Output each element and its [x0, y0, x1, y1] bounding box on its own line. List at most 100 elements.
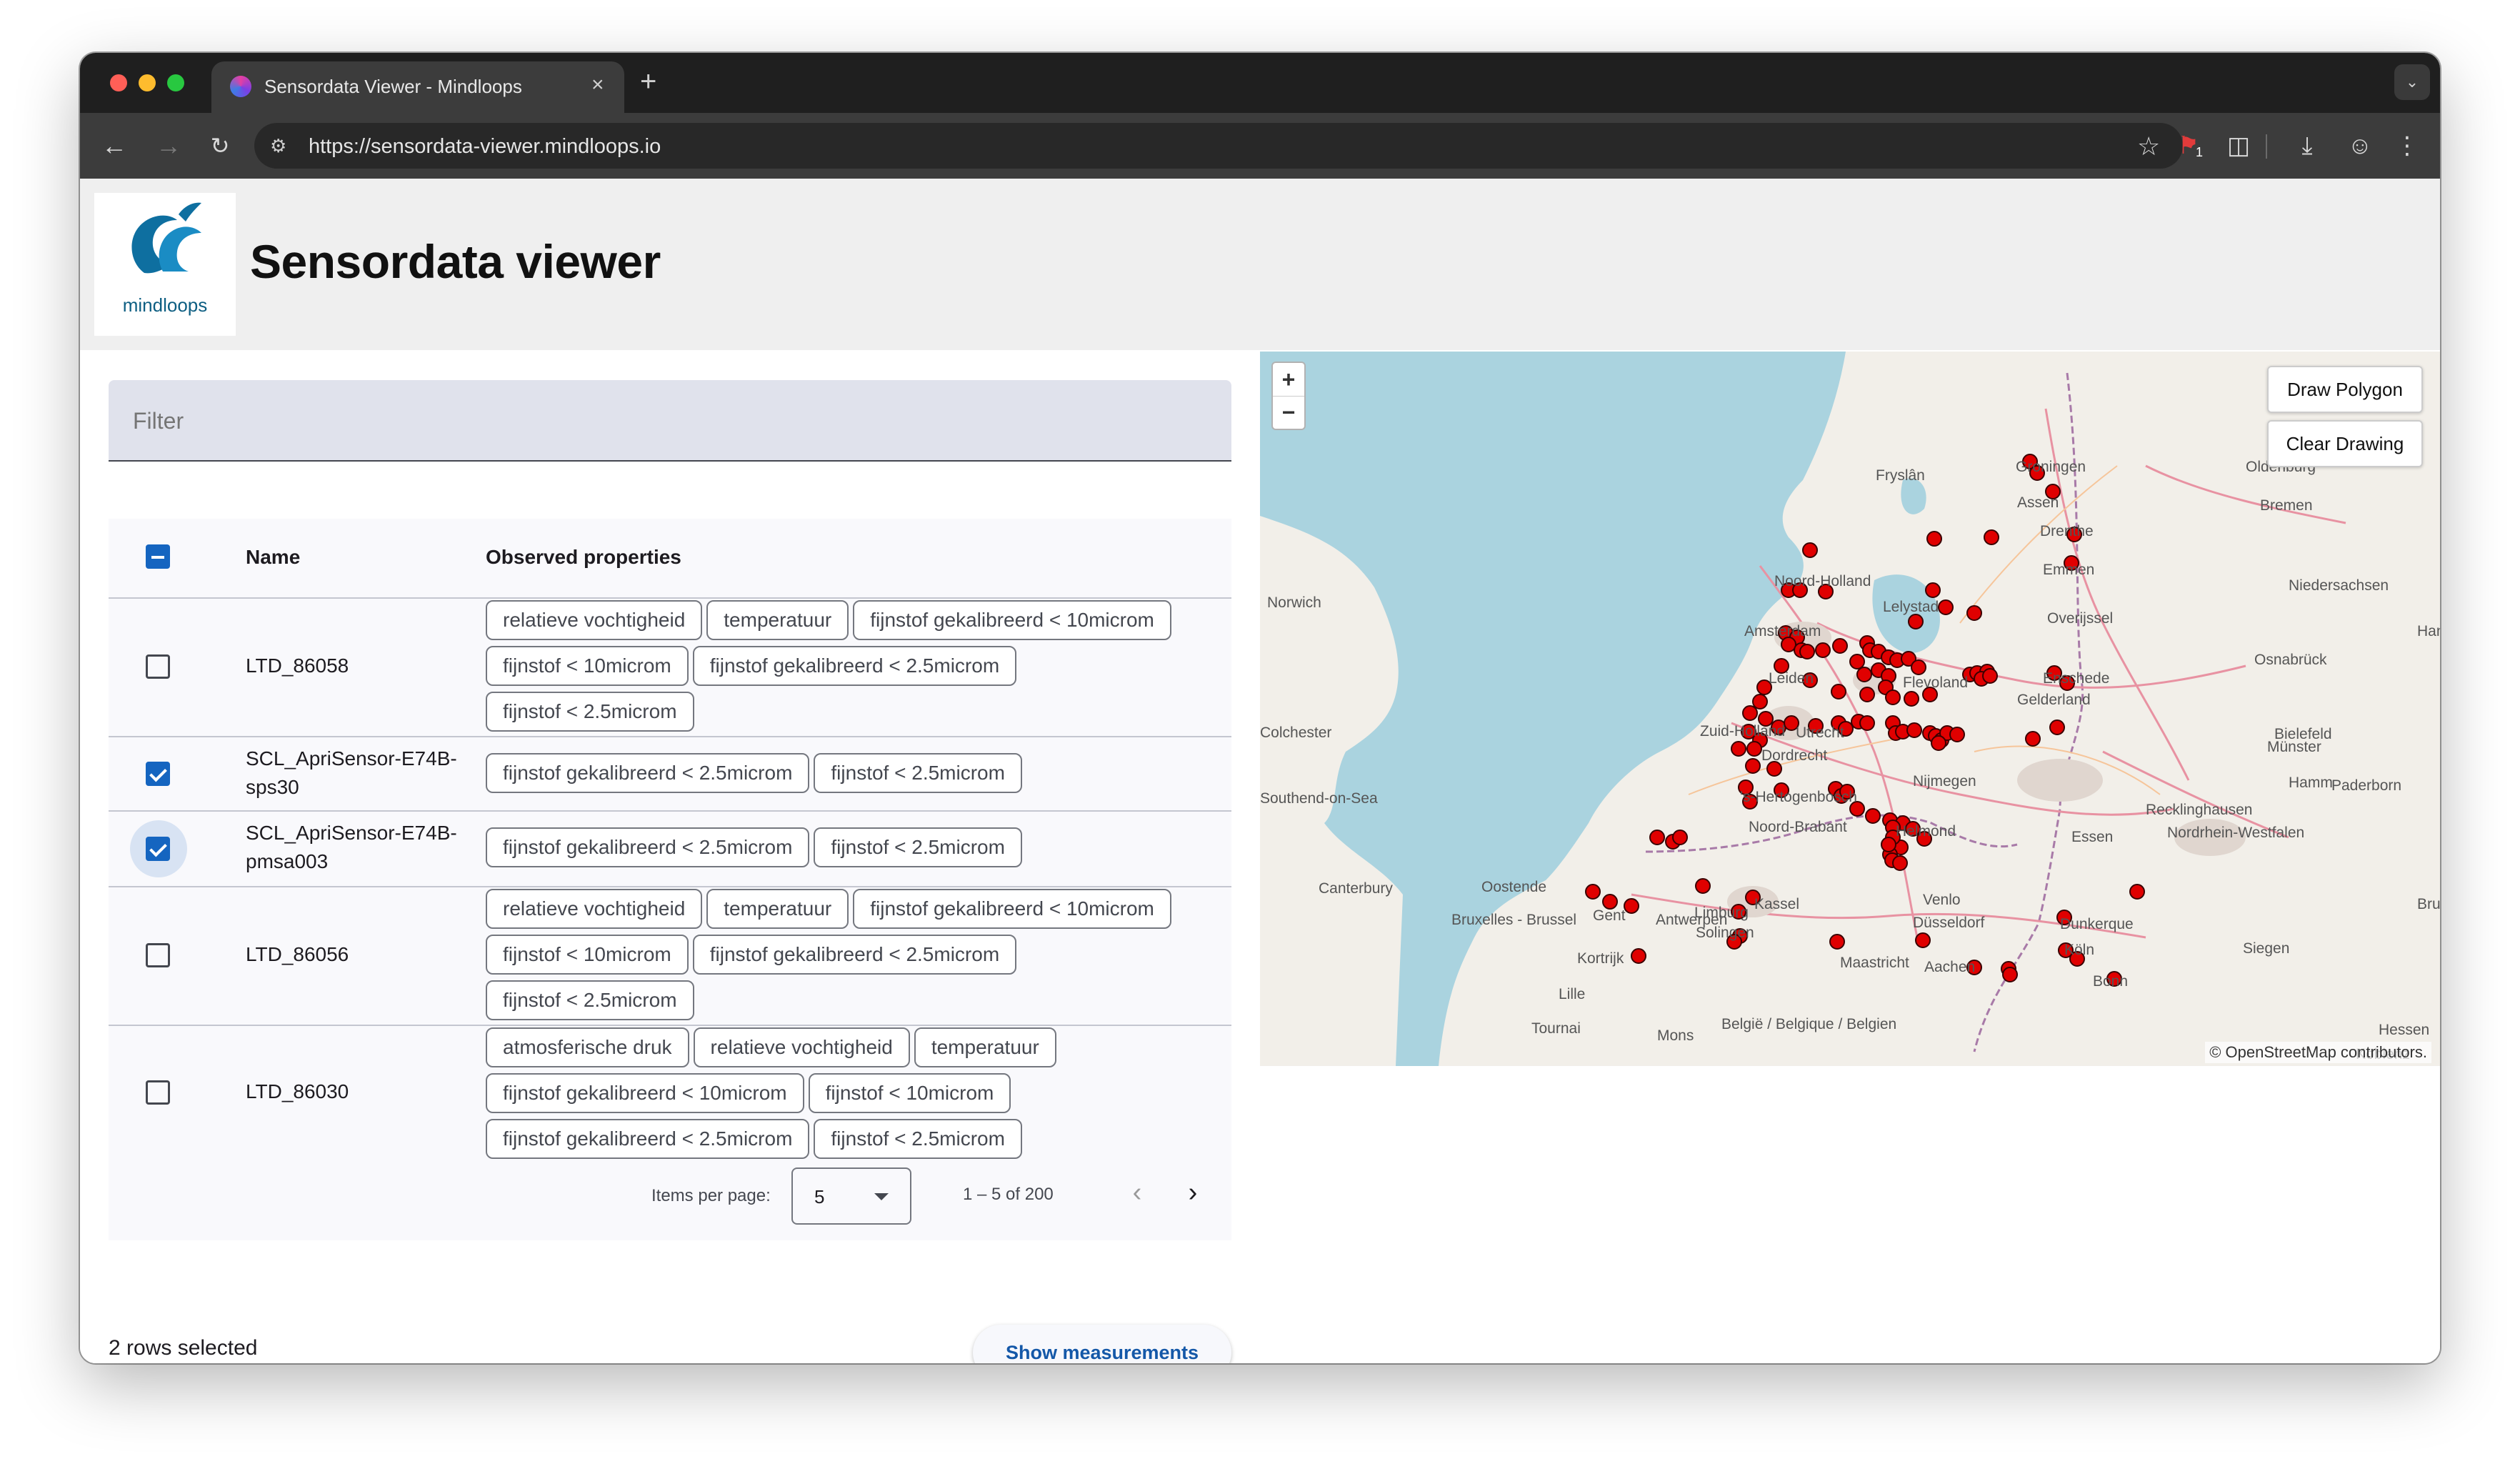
browser-menu-icon[interactable]: ⋮	[2391, 130, 2423, 161]
sensor-marker-icon[interactable]	[1982, 668, 1998, 684]
sensor-marker-icon[interactable]	[1746, 741, 1762, 757]
profile-icon[interactable]: ☺	[2344, 130, 2376, 161]
minimize-window-button[interactable]	[139, 74, 156, 91]
sensor-marker-icon[interactable]	[2129, 884, 2145, 900]
sensor-marker-icon[interactable]	[1885, 689, 1901, 705]
close-tab-icon[interactable]: ×	[591, 73, 604, 97]
sensor-marker-icon[interactable]	[1906, 722, 1922, 738]
sensor-marker-icon[interactable]	[1742, 705, 1758, 721]
sensor-marker-icon[interactable]	[1881, 837, 1896, 852]
sensor-marker-icon[interactable]	[2002, 967, 2018, 982]
download-icon[interactable]: ⤓	[2291, 130, 2323, 161]
map-place-label: Norwich	[1267, 594, 1321, 611]
bookmark-star-icon[interactable]: ☆	[2137, 131, 2160, 161]
zoom-in-button[interactable]: +	[1273, 363, 1304, 397]
sensor-marker-icon[interactable]	[1865, 808, 1881, 824]
zoom-out-button[interactable]: −	[1273, 396, 1304, 429]
table-row[interactable]: LTD_86056 relatieve vochtigheid temperat…	[109, 887, 1231, 1026]
next-page-icon[interactable]: ›	[1179, 1177, 1207, 1208]
sensor-marker-icon[interactable]	[1859, 715, 1875, 731]
address-bar[interactable]: ⚙ https://sensordata-viewer.mindloops.io…	[254, 123, 2183, 169]
map-place-label: Essen	[2071, 829, 2113, 845]
sensor-marker-icon[interactable]	[1966, 605, 1982, 621]
clear-drawing-button[interactable]: Clear Drawing	[2267, 420, 2423, 467]
back-arrow-icon[interactable]: ←	[97, 129, 131, 163]
property-chip: fijnstof < 2.5microm	[814, 1119, 1022, 1159]
tab-title: Sensordata Viewer - Mindloops	[264, 76, 522, 97]
extensions-puzzle-icon[interactable]: ◫	[2223, 130, 2254, 161]
sensor-marker-icon[interactable]	[1849, 654, 1865, 669]
reload-icon[interactable]: ↻	[203, 129, 237, 163]
sensor-marker-icon[interactable]	[1781, 637, 1796, 652]
sensor-marker-icon[interactable]	[1908, 614, 1924, 629]
sensor-marker-icon[interactable]	[1904, 691, 1919, 707]
sensor-marker-icon[interactable]	[1931, 735, 1946, 751]
sensor-map[interactable]: FryslânGroningenOldenburgBremenAssenDren…	[1260, 352, 2440, 1066]
map-place-label: België / Belgique / Belgien	[1721, 1016, 1896, 1032]
sensor-marker-icon[interactable]	[1624, 898, 1639, 914]
show-measurements-button[interactable]: Show measurements	[973, 1325, 1231, 1363]
table-row[interactable]: LTD_86058 relatieve vochtigheid temperat…	[109, 599, 1231, 737]
forward-arrow-icon[interactable]: →	[151, 129, 186, 163]
map-place-label: Dordrecht	[1761, 747, 1827, 764]
sensor-marker-icon[interactable]	[1695, 878, 1711, 894]
sensor-marker-icon[interactable]	[1832, 638, 1848, 654]
sensor-marker-icon[interactable]	[1925, 582, 1941, 598]
sensor-marker-icon[interactable]	[1631, 948, 1646, 964]
table-row[interactable]: SCL_ApriSensor-E74B-pmsa003 fijnstof gek…	[109, 812, 1231, 887]
sensor-marker-icon[interactable]	[1831, 684, 1846, 699]
draw-polygon-button[interactable]: Draw Polygon	[2267, 366, 2423, 413]
filter-field[interactable]	[109, 380, 1231, 462]
maximize-window-button[interactable]	[167, 74, 184, 91]
sensor-marker-icon[interactable]	[1752, 694, 1768, 709]
row-checkbox[interactable]	[146, 762, 170, 786]
sensor-marker-icon[interactable]	[1938, 599, 1954, 615]
extension-shield-icon[interactable]: ⚑ 1	[2173, 130, 2207, 161]
sensor-marker-icon[interactable]	[1585, 884, 1601, 900]
filter-input[interactable]	[131, 407, 1134, 435]
sensor-marker-icon[interactable]	[1915, 932, 1931, 948]
sensor-marker-icon[interactable]	[1766, 761, 1782, 777]
new-tab-icon[interactable]: +	[640, 66, 656, 98]
previous-page-icon[interactable]: ‹	[1123, 1177, 1151, 1208]
sensor-marker-icon[interactable]	[1745, 758, 1761, 774]
property-chip: fijnstof < 10microm	[486, 646, 689, 686]
mindloops-logo: mindloops	[94, 193, 236, 336]
sensor-marker-icon[interactable]	[2049, 719, 2065, 735]
close-window-button[interactable]	[110, 74, 127, 91]
property-chip: atmosferische druk	[486, 1027, 689, 1067]
row-checkbox[interactable]	[146, 837, 170, 861]
map-place-label: Zuid-Holland	[1700, 723, 1785, 740]
sensor-marker-icon[interactable]	[2025, 731, 2041, 747]
map-attribution[interactable]: © OpenStreetMap contributors.	[2205, 1042, 2431, 1063]
sensor-marker-icon[interactable]	[1815, 642, 1831, 658]
tab-search-icon[interactable]: ⌄	[2394, 64, 2430, 100]
row-checkbox[interactable]	[146, 1080, 170, 1105]
site-settings-icon[interactable]: ⚙	[270, 136, 290, 156]
sensor-marker-icon[interactable]	[1829, 934, 1845, 950]
sensor-marker-icon[interactable]	[1731, 741, 1746, 757]
url-text[interactable]: https://sensordata-viewer.mindloops.io	[309, 135, 661, 159]
browser-tab[interactable]: Sensordata Viewer - Mindloops ×	[211, 61, 624, 113]
items-per-page-label: Items per page:	[651, 1186, 771, 1205]
sensor-marker-icon[interactable]	[1856, 667, 1872, 682]
sensor-marker-icon[interactable]	[1649, 830, 1665, 845]
table-row[interactable]: LTD_86030 atmosferische druk relatieve v…	[109, 1026, 1231, 1162]
sensor-marker-icon[interactable]	[1799, 644, 1815, 659]
row-checkbox[interactable]	[146, 654, 170, 679]
sensor-marker-icon[interactable]	[1892, 855, 1908, 871]
sensor-marker-icon[interactable]	[1602, 894, 1618, 910]
sensor-marker-icon[interactable]	[1802, 542, 1818, 558]
select-all-checkbox[interactable]	[146, 544, 170, 569]
row-checkbox[interactable]	[146, 943, 170, 967]
sensor-marker-icon[interactable]	[1926, 531, 1942, 547]
table-row[interactable]: SCL_ApriSensor-E74B-sps30 fijnstof gekal…	[109, 737, 1231, 812]
sensor-marker-icon[interactable]	[1859, 687, 1875, 702]
sensor-marker-icon[interactable]	[1911, 659, 1926, 675]
sensor-marker-icon[interactable]	[1672, 830, 1688, 845]
column-header-name[interactable]: Name	[246, 546, 300, 569]
property-chip: temperatuur	[914, 1027, 1056, 1067]
sensor-marker-icon[interactable]	[1984, 529, 1999, 545]
page-size-select[interactable]: 5	[791, 1167, 911, 1225]
sensor-marker-icon[interactable]	[1949, 727, 1965, 742]
